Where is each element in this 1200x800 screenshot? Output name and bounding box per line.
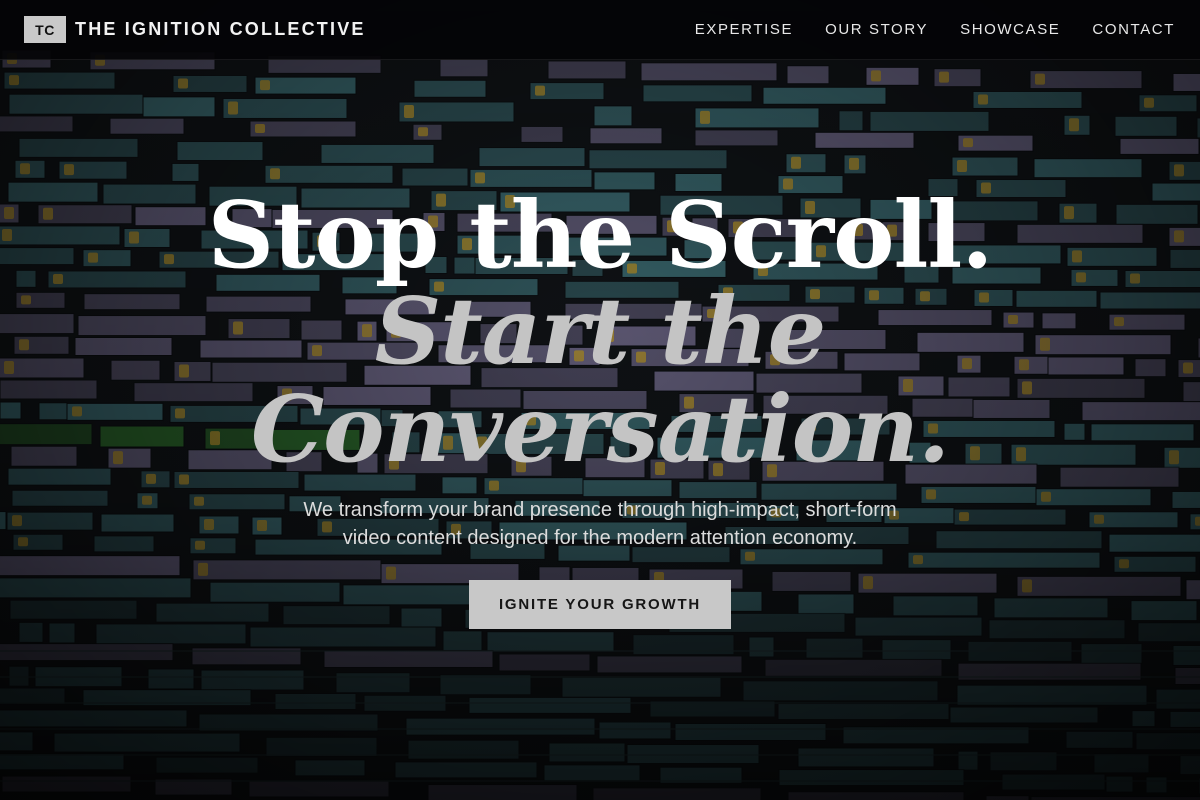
hero-headline-line1: Stop the Scroll. [207, 181, 994, 289]
brand-name: THE IGNITION COLLECTIVE [75, 19, 366, 39]
main-nav: EXPERTISE OUR STORY SHOWCASE CONTACT [695, 21, 1175, 38]
logo-mark: TC [24, 16, 66, 43]
hero-subtitle-line2: video content designed for the modern at… [342, 527, 858, 549]
site-header: TC THE IGNITION COLLECTIVE EXPERTISE OUR… [0, 0, 1200, 60]
hero-headline-line2: Start the [374, 277, 826, 385]
nav-link-showcase[interactable]: SHOWCASE [960, 21, 1060, 38]
hero-subtitle-line1: We transform your brand presence through… [303, 499, 897, 521]
brand-logo-link[interactable]: TC THE IGNITION COLLECTIVE [24, 16, 366, 43]
hero-headline-line3: Conversation. [250, 375, 950, 483]
nav-link-our-story[interactable]: OUR STORY [825, 21, 928, 38]
ignite-growth-button[interactable]: IGNITE YOUR GROWTH [469, 580, 731, 629]
landing-page: TC THE IGNITION COLLECTIVE EXPERTISE OUR… [0, 0, 1200, 800]
hero-section: Stop the Scroll. Start the Conversation.… [0, 0, 1200, 800]
hero-subtitle: We transform your brand presence through… [270, 496, 930, 552]
nav-link-expertise[interactable]: EXPERTISE [695, 21, 793, 38]
nav-link-contact[interactable]: CONTACT [1092, 21, 1175, 38]
